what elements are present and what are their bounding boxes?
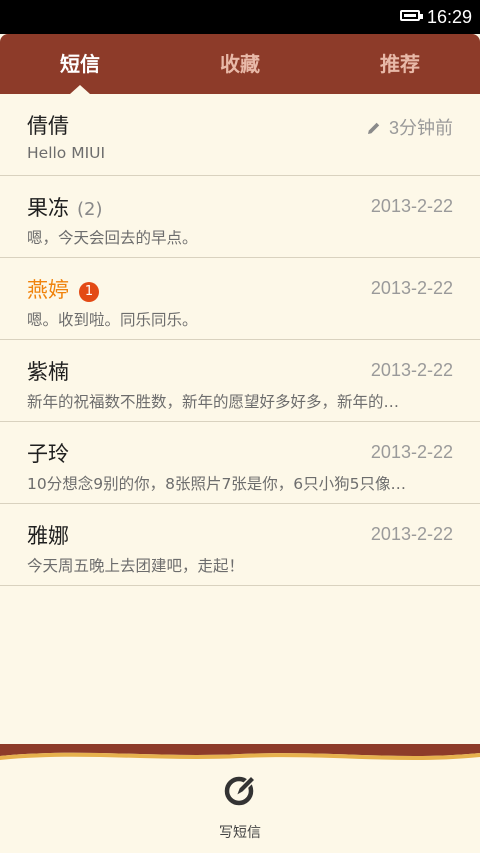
- status-bar: 16:29: [0, 0, 480, 34]
- tab-favorites[interactable]: 收藏: [160, 34, 320, 94]
- message-date: 2013-2-22: [370, 278, 453, 298]
- unread-badge: 1: [79, 282, 99, 302]
- bottom-wave-divider: [0, 744, 480, 760]
- contact-name: 雅娜: [27, 524, 69, 548]
- message-date: 2013-2-22: [370, 442, 453, 462]
- conversation-row[interactable]: 雅娜 2013-2-22 今天周五晚上去团建吧，走起！: [0, 504, 480, 586]
- conversation-row[interactable]: 倩倩 3分钟前 Hello MIUI: [0, 94, 480, 176]
- tab-recommended[interactable]: 推荐: [320, 34, 480, 94]
- contact-name: 果冻 (2): [27, 196, 103, 220]
- contact-name: 燕婷 1: [27, 274, 99, 304]
- active-tab-indicator: [70, 85, 90, 94]
- contact-name: 子玲: [27, 442, 69, 466]
- message-count: (2): [77, 199, 103, 220]
- conversation-row[interactable]: 燕婷 1 2013-2-22 嗯。收到啦。同乐同乐。: [0, 258, 480, 340]
- message-date: 2013-2-22: [370, 360, 453, 380]
- conversation-row[interactable]: 果冻 (2) 2013-2-22 嗯，今天会回去的早点。: [0, 176, 480, 258]
- status-clock: 16:29: [426, 7, 472, 27]
- compose-icon: [224, 774, 256, 806]
- message-preview: 嗯，今天会回去的早点。: [27, 229, 198, 247]
- pencil-icon: [367, 122, 380, 134]
- contact-name: 倩倩: [27, 114, 69, 138]
- message-preview: 新年的祝福数不胜数，新年的愿望好多好多，新年的…: [27, 393, 400, 411]
- message-preview: 今天周五晚上去团建吧，走起！: [27, 557, 245, 575]
- message-preview: Hello MIUI: [27, 144, 106, 162]
- message-date: 2013-2-22: [370, 524, 453, 544]
- message-preview: 嗯。收到啦。同乐同乐。: [27, 311, 198, 329]
- message-preview: 10分想念9别的你，8张照片7张是你，6只小狗5只像…: [27, 475, 407, 493]
- contact-name: 紫楠: [27, 360, 69, 384]
- battery-icon: [400, 10, 423, 21]
- conversation-row[interactable]: 子玲 2013-2-22 10分想念9别的你，8张照片7张是你，6只小狗5只像…: [0, 422, 480, 504]
- tab-bar: 短信 收藏 推荐: [0, 34, 480, 94]
- conversation-list: 倩倩 3分钟前 Hello MIUI 果冻 (2) 2013-2-22 嗯，今天会…: [0, 94, 480, 586]
- message-time: 3分钟前: [367, 114, 453, 140]
- compose-label: 写短信: [219, 825, 261, 841]
- message-date: 2013-2-22: [370, 196, 453, 216]
- compose-message-button[interactable]: 写短信: [190, 770, 290, 846]
- conversation-row[interactable]: 紫楠 2013-2-22 新年的祝福数不胜数，新年的愿望好多好多，新年的…: [0, 340, 480, 422]
